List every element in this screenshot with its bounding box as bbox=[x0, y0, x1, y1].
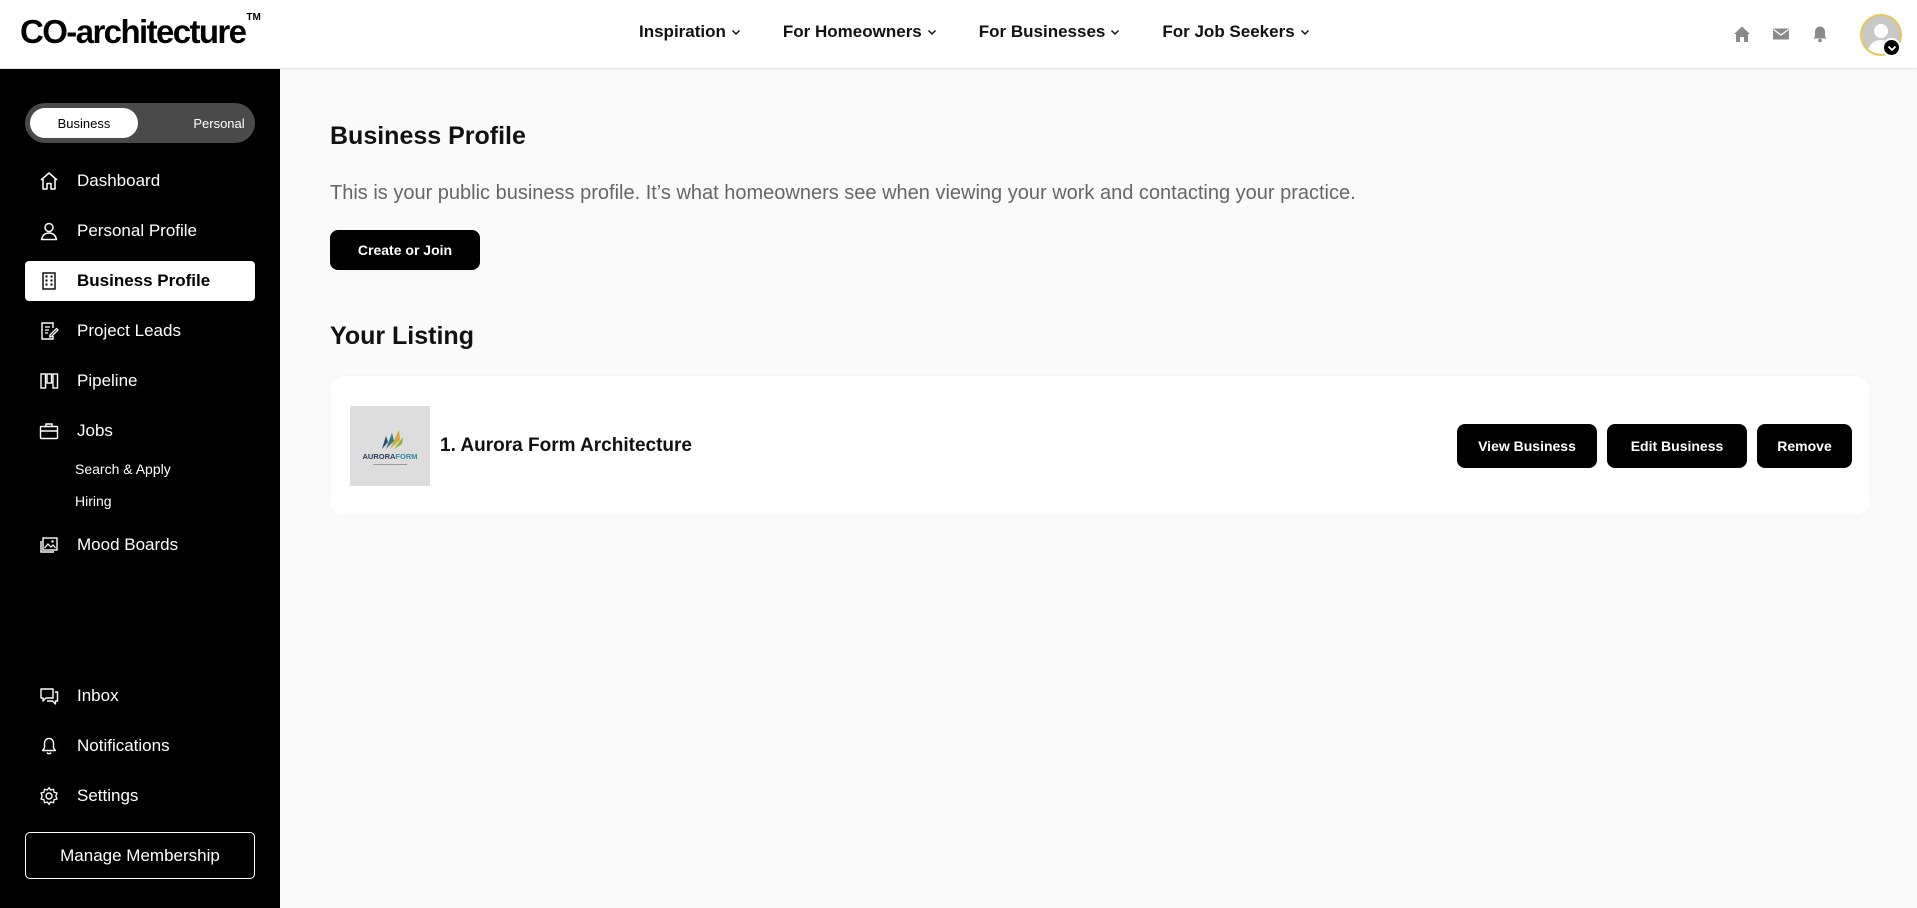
sidebar-item-jobs[interactable]: Jobs bbox=[25, 411, 255, 451]
main-nav: Inspiration For Homeowners For Businesse… bbox=[639, 22, 1352, 42]
sidebar-item-label: Settings bbox=[77, 786, 139, 805]
chevron-down-icon bbox=[927, 29, 936, 36]
sidebar-item-settings[interactable]: Settings bbox=[25, 776, 255, 816]
bell-icon bbox=[38, 735, 60, 757]
user-icon bbox=[38, 220, 60, 242]
nav-for-job-seekers[interactable]: For Job Seekers bbox=[1162, 22, 1309, 42]
document-edit-icon bbox=[38, 320, 60, 342]
gear-icon bbox=[38, 785, 60, 807]
sidebar-item-dashboard[interactable]: Dashboard bbox=[25, 161, 255, 201]
create-or-join-button[interactable]: Create or Join bbox=[330, 230, 480, 270]
remove-button[interactable]: Remove bbox=[1757, 424, 1852, 468]
sidebar-item-business-profile[interactable]: Business Profile bbox=[25, 261, 255, 301]
view-business-button[interactable]: View Business bbox=[1457, 424, 1597, 468]
nav-label: For Businesses bbox=[978, 22, 1106, 41]
aurora-wing-logo-icon bbox=[382, 429, 403, 449]
listing-card: AURORAFORM 1. Aurora Form Architecture V… bbox=[330, 376, 1870, 515]
nav-label: For Homeowners bbox=[782, 22, 922, 41]
building-icon bbox=[38, 270, 60, 292]
toggle-business[interactable]: Business bbox=[30, 108, 138, 138]
listing-name: 1. Aurora Form Architecture bbox=[440, 435, 692, 456]
profile-mode-toggle: Business Personal bbox=[25, 103, 255, 143]
chat-icon bbox=[38, 685, 60, 707]
chevron-down-icon bbox=[1111, 29, 1120, 36]
image-gallery-icon bbox=[38, 534, 60, 556]
edit-business-button[interactable]: Edit Business bbox=[1607, 424, 1747, 468]
mail-icon[interactable] bbox=[1771, 24, 1791, 44]
main-content: Business Profile This is your public bus… bbox=[280, 69, 1917, 908]
manage-membership-button[interactable]: Manage Membership bbox=[25, 832, 255, 879]
logo-trademark: TM bbox=[246, 12, 261, 23]
home-icon bbox=[38, 170, 60, 192]
sidebar-item-label: Pipeline bbox=[77, 371, 138, 390]
sidebar-item-inbox[interactable]: Inbox bbox=[25, 676, 255, 716]
logo[interactable]: CO-architecture TM bbox=[20, 12, 261, 52]
sidebar-item-notifications[interactable]: Notifications bbox=[25, 726, 255, 766]
nav-for-businesses[interactable]: For Businesses bbox=[979, 22, 1121, 42]
sidebar-item-label: Dashboard bbox=[77, 171, 161, 190]
sidebar-subitem-hiring[interactable]: Hiring bbox=[75, 493, 112, 509]
account-menu-toggle[interactable] bbox=[1882, 38, 1901, 57]
logo-word-form: FORM bbox=[395, 451, 418, 461]
listing-section-title: Your Listing bbox=[330, 322, 474, 350]
chevron-down-icon bbox=[731, 29, 740, 36]
toggle-personal[interactable]: Personal bbox=[165, 108, 273, 138]
sidebar-item-label: Personal Profile bbox=[77, 221, 198, 240]
sidebar-item-label: Mood Boards bbox=[77, 535, 179, 554]
sidebar-item-label: Notifications bbox=[77, 736, 170, 755]
briefcase-icon bbox=[38, 420, 60, 442]
sidebar-item-label: Business Profile bbox=[77, 271, 211, 290]
sidebar-subitem-search-apply[interactable]: Search & Apply bbox=[75, 461, 171, 477]
page-description: This is your public business profile. It… bbox=[330, 182, 1356, 204]
nav-for-homeowners[interactable]: For Homeowners bbox=[783, 22, 937, 42]
sidebar-item-label: Jobs bbox=[77, 421, 113, 440]
business-logo: AURORAFORM bbox=[350, 406, 430, 486]
logo-text: CO-architecture bbox=[20, 13, 247, 50]
sidebar-item-pipeline[interactable]: Pipeline bbox=[25, 361, 255, 401]
sidebar-item-personal-profile[interactable]: Personal Profile bbox=[25, 211, 255, 251]
business-logo-wordmark: AURORAFORM bbox=[362, 452, 417, 461]
sidebar: Business Personal Dashboard Personal Pro… bbox=[0, 69, 280, 908]
bell-icon[interactable] bbox=[1810, 24, 1830, 44]
sidebar-item-mood-boards[interactable]: Mood Boards bbox=[25, 525, 255, 565]
logo-word-aurora: AURORA bbox=[362, 451, 396, 461]
chevron-down-icon bbox=[1887, 45, 1896, 51]
sidebar-item-label: Project Leads bbox=[77, 321, 181, 340]
top-header: CO-architecture TM Inspiration For Homeo… bbox=[0, 0, 1917, 69]
nav-label: Inspiration bbox=[639, 22, 726, 41]
chevron-down-icon bbox=[1300, 29, 1309, 36]
home-icon[interactable] bbox=[1732, 24, 1752, 44]
logo-tagline-line bbox=[373, 463, 407, 465]
page-title: Business Profile bbox=[330, 122, 526, 150]
sidebar-item-label: Inbox bbox=[77, 686, 119, 705]
nav-label: For Job Seekers bbox=[1162, 22, 1295, 41]
nav-inspiration[interactable]: Inspiration bbox=[639, 22, 741, 42]
pipeline-icon bbox=[38, 370, 60, 392]
sidebar-item-project-leads[interactable]: Project Leads bbox=[25, 311, 255, 351]
